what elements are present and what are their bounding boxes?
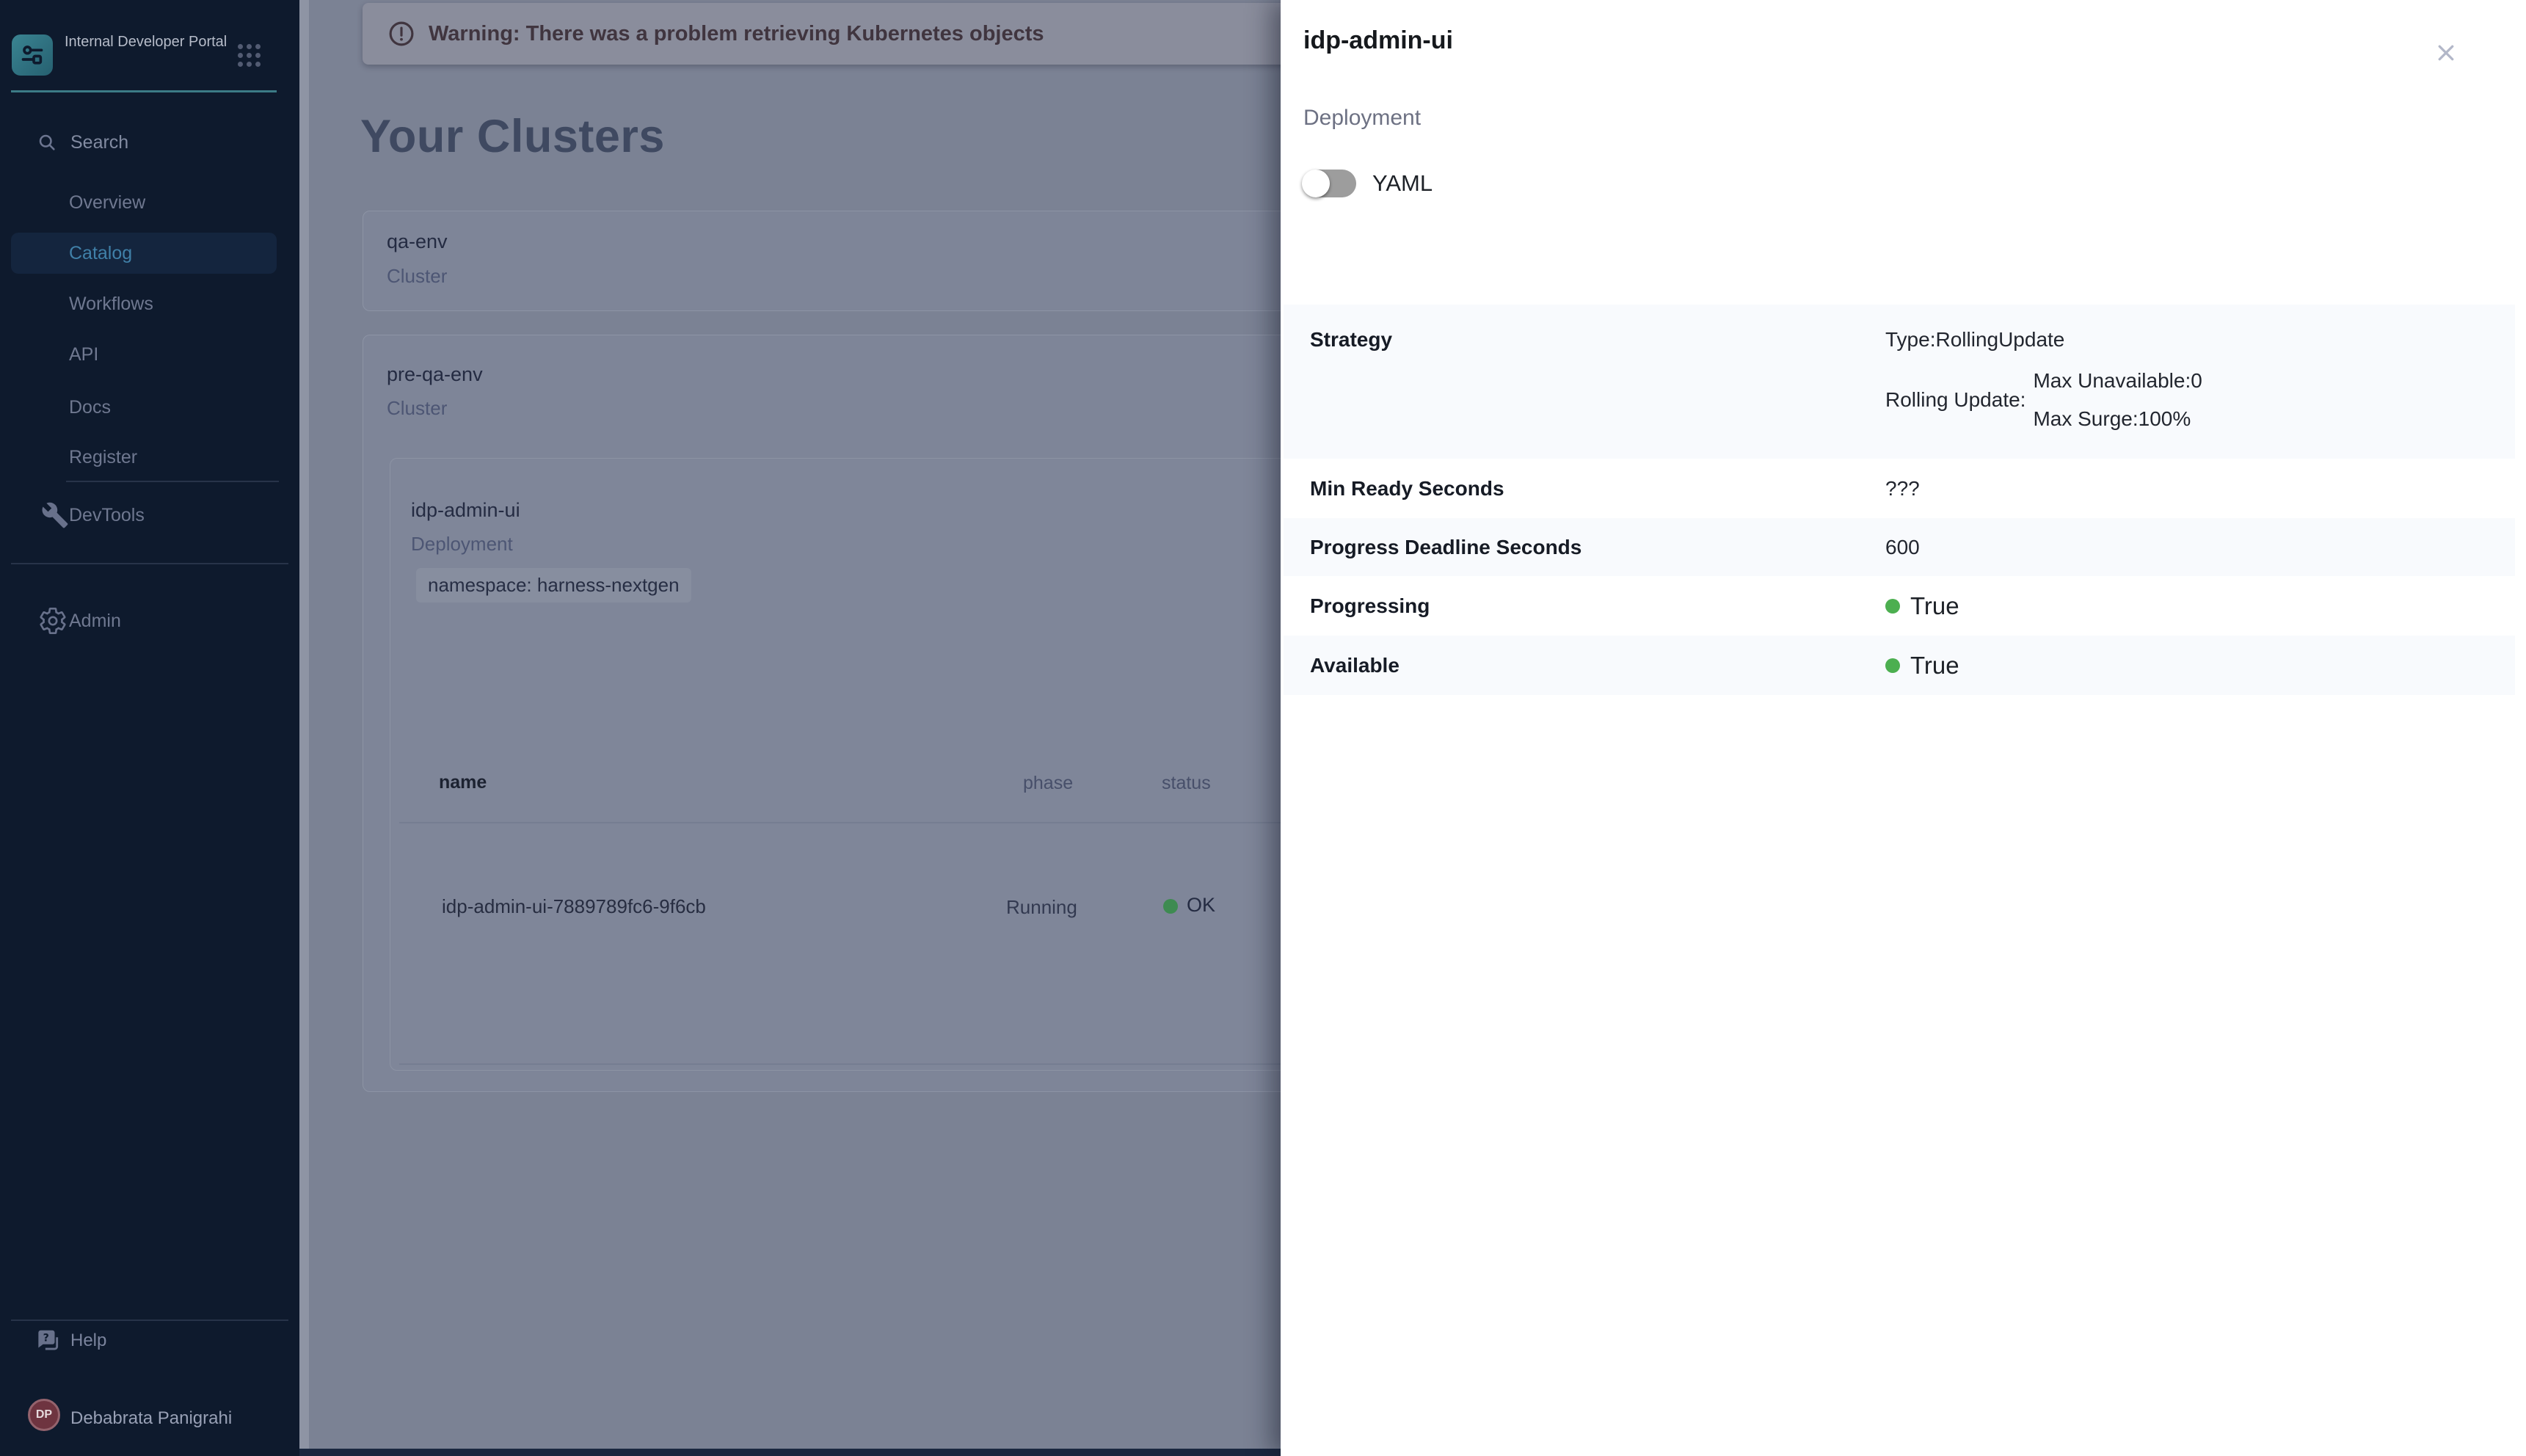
detail-label: Progressing [1284,594,1885,618]
yaml-toggle-label: YAML [1372,170,1433,197]
detail-row-strategy: Strategy Type:RollingUpdate Rolling Upda… [1284,305,2515,459]
detail-label: Strategy [1284,305,1885,352]
sidebar-item-docs[interactable]: Docs [69,397,111,418]
page-title: Your Clusters [360,110,665,163]
sidebar-item-workflows[interactable]: Workflows [69,294,153,315]
drawer-title: idp-admin-ui [1303,26,1453,55]
cluster-name: pre-qa-env [387,363,483,386]
help-chat-icon: ? [34,1327,62,1355]
detail-label: Available [1284,654,1885,677]
detail-row-min-ready-seconds: Min Ready Seconds ??? [1284,459,2515,518]
detail-label: Min Ready Seconds [1284,477,1885,500]
pods-table-header-phase: phase [1023,773,1073,794]
app-root: Internal Developer Portal Search Overvie… [0,0,2526,1456]
sidebar-item-api[interactable]: API [69,344,98,365]
cluster-name: qa-env [387,230,448,253]
status-dot-green [1885,658,1900,673]
strategy-type-value: Type:RollingUpdate [1885,328,2515,352]
pod-status-dot [1163,899,1178,914]
warning-circle-icon [387,20,415,48]
sidebar-item-devtools[interactable]: DevTools [0,496,299,534]
pod-phase-cell: Running [1006,896,1077,919]
gear-icon [38,606,68,636]
detail-value: True [1910,652,1959,680]
search-icon [37,132,57,153]
workload-name: idp-admin-ui [411,499,520,522]
namespace-chip: namespace: harness-nextgen [416,568,691,603]
user-name[interactable]: Debabrata Panigrahi [70,1408,232,1429]
status-dot-green [1885,599,1900,614]
sidebar-item-overview[interactable]: Overview [69,192,145,214]
close-icon [2435,42,2457,64]
sidebar-item-admin[interactable]: Admin [0,602,299,640]
rolling-update-label: Rolling Update: [1885,388,2025,412]
detail-label: Progress Deadline Seconds [1284,536,1885,559]
detail-row-available: Available True [1284,636,2515,695]
pods-table-header-status: status [1162,773,1211,794]
max-surge-value: Max Surge:100% [2033,400,2202,438]
user-avatar[interactable]: DP [28,1399,60,1431]
sidebar-scrollbar[interactable] [299,0,309,1456]
workload-kind: Deployment [411,533,513,556]
detail-value: ??? [1885,477,2515,500]
admin-label: Admin [69,611,121,632]
warning-banner-text: Warning: There was a problem retrieving … [429,22,1044,46]
detail-row-progress-deadline-seconds: Progress Deadline Seconds 600 [1284,518,2515,576]
cluster-kind: Cluster [387,265,447,288]
search-label: Search [70,132,128,153]
help-label: Help [70,1331,106,1351]
max-unavailable-value: Max Unavailable:0 [2033,362,2202,400]
svg-text:?: ? [43,1333,49,1344]
cluster-kind: Cluster [387,397,447,420]
avatar-initials: DP [36,1408,52,1422]
sidebar-item-register[interactable]: Register [69,447,137,468]
sidebar: Internal Developer Portal Search Overvie… [0,0,299,1456]
brand-divider [11,90,277,92]
footer-divider [11,1320,288,1321]
yaml-toggle[interactable] [1303,170,1356,197]
pods-table-header-name: name [439,772,487,793]
pod-name-cell: idp-admin-ui-7889789fc6-9f6cb [442,895,706,918]
close-button[interactable] [2425,32,2467,73]
app-logo[interactable] [12,34,53,76]
sidebar-search[interactable]: Search [0,123,299,161]
details-drawer: idp-admin-ui Deployment YAML Strategy Ty… [1281,0,2526,1456]
yaml-toggle-row: YAML [1303,170,1433,197]
section-divider [11,563,288,564]
nav-divider [66,481,279,482]
deployment-details-table: Strategy Type:RollingUpdate Rolling Upda… [1284,305,2515,695]
brand-title: Internal Developer Portal [65,32,230,51]
devtools-label: DevTools [69,505,145,526]
sidebar-active-highlight [11,233,277,274]
detail-value: True [1910,592,1959,620]
sidebar-item-catalog[interactable]: Catalog [69,243,132,264]
apps-grid-icon[interactable] [238,44,263,67]
drawer-subtitle: Deployment [1303,106,1421,131]
detail-value: 600 [1885,536,2515,559]
bottom-strip [299,1449,1281,1456]
sidebar-item-help[interactable]: ? Help [0,1323,299,1358]
pod-status-cell: OK [1187,894,1215,917]
toggle-knob [1302,170,1330,197]
sliders-logo-icon [18,40,47,70]
detail-row-progressing: Progressing True [1284,576,2515,636]
wrench-icon [41,501,69,529]
